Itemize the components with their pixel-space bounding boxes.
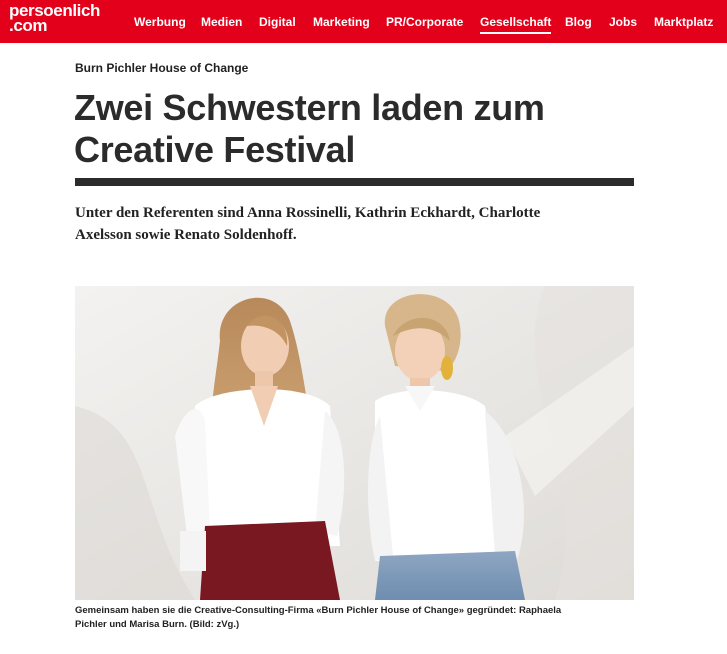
article-kicker[interactable]: Burn Pichler House of Change bbox=[75, 61, 248, 75]
photo-caption-line-2: Pichler und Marisa Burn. (Bild: zVg.) bbox=[75, 619, 240, 630]
title-divider bbox=[75, 178, 634, 186]
article-title: Zwei Schwestern laden zum Creative Festi… bbox=[74, 87, 644, 171]
article-lead: Unter den Referenten sind Anna Rossinell… bbox=[75, 202, 645, 246]
nav-item-jobs[interactable]: Jobs bbox=[609, 15, 637, 29]
nav-item-werbung[interactable]: Werbung bbox=[134, 15, 186, 29]
nav-item-medien[interactable]: Medien bbox=[201, 15, 242, 29]
site-logo[interactable]: persoenlich .com bbox=[9, 2, 109, 37]
nav-item-marktplatz[interactable]: Marktplatz bbox=[654, 15, 713, 29]
article-lead-line-2: Axelsson sowie Renato Soldenhoff. bbox=[75, 227, 297, 243]
photo-illustration bbox=[75, 286, 634, 600]
nav-item-marketing[interactable]: Marketing bbox=[313, 15, 370, 29]
logo-domain: .com bbox=[9, 16, 48, 35]
article-title-line-2: Creative Festival bbox=[74, 129, 356, 170]
nav-item-pr-corporate[interactable]: PR/Corporate bbox=[386, 15, 463, 29]
article-title-line-1: Zwei Schwestern laden zum bbox=[74, 87, 545, 128]
top-navigation-bar: persoenlich .com Werbung Medien Digital … bbox=[0, 0, 727, 43]
article-lead-line-1: Unter den Referenten sind Anna Rossinell… bbox=[75, 205, 541, 221]
nav-item-gesellschaft[interactable]: Gesellschaft bbox=[480, 15, 552, 34]
photo-caption: Gemeinsam haben sie die Creative-Consult… bbox=[75, 604, 645, 632]
nav-item-blog[interactable]: Blog bbox=[565, 15, 592, 29]
photo-caption-line-1: Gemeinsam haben sie die Creative-Consult… bbox=[75, 605, 562, 616]
nav-item-digital[interactable]: Digital bbox=[259, 15, 296, 29]
article-photo[interactable] bbox=[75, 286, 634, 600]
